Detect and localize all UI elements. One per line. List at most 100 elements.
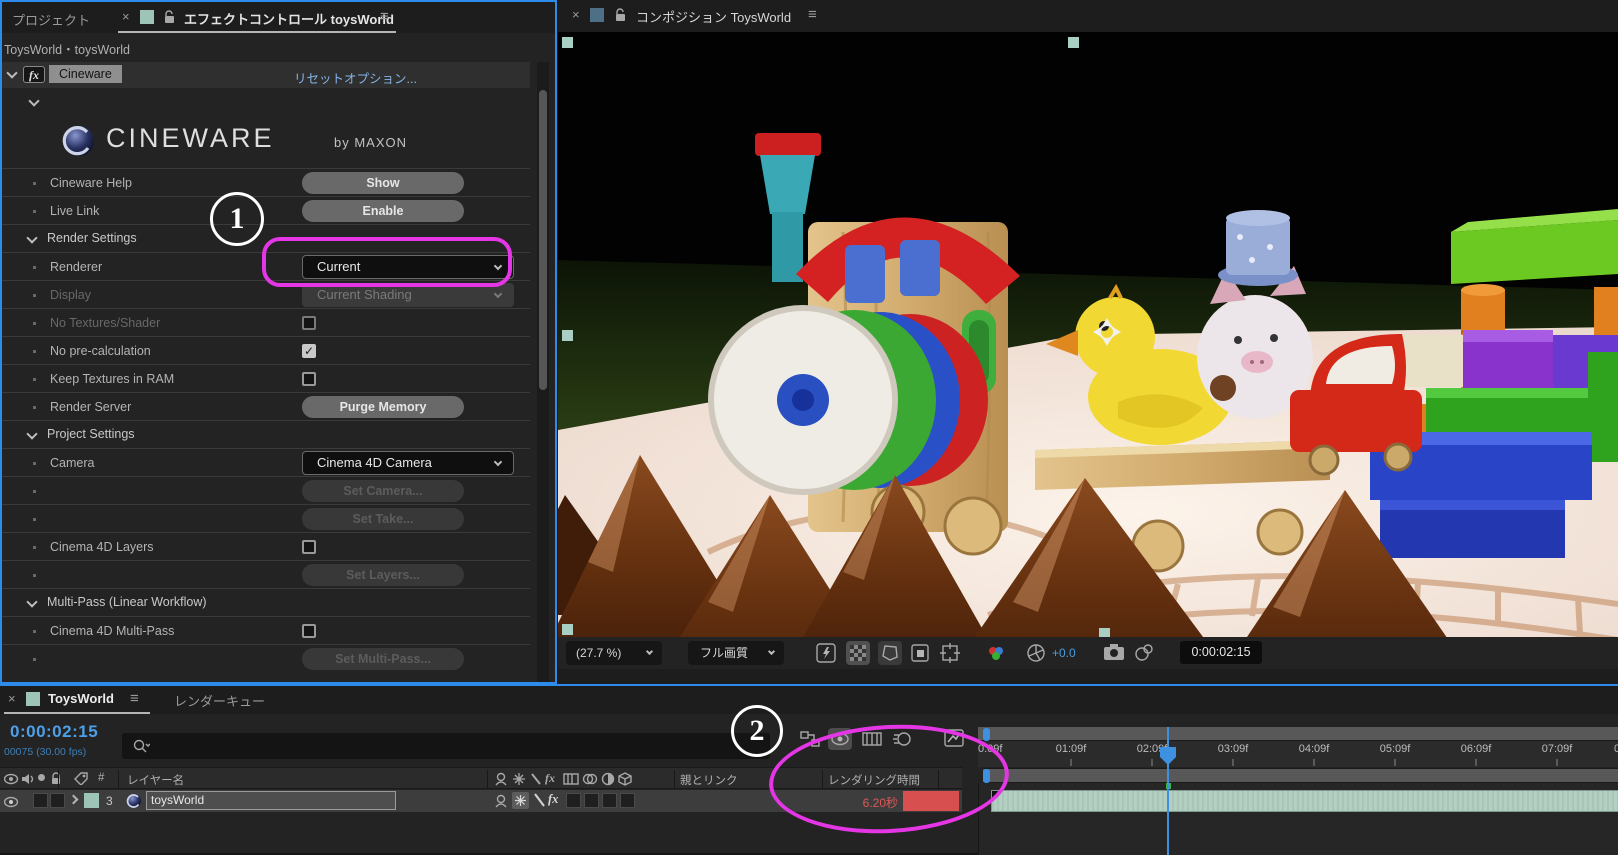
playhead-handle[interactable] — [1159, 746, 1177, 771]
layer-name-column-label[interactable]: レイヤー名 — [127, 772, 184, 788]
c4d-layers-checkbox[interactable] — [302, 540, 316, 554]
composition-viewer[interactable] — [558, 32, 1618, 637]
layer-duration-bar[interactable] — [991, 790, 1618, 812]
set-camera-button: Set Camera... — [302, 480, 464, 502]
panel-menu-icon[interactable]: ≡ — [380, 8, 389, 25]
group-label: Project Settings — [47, 427, 135, 441]
ruler-label: 06:09f — [1452, 743, 1500, 755]
magnification-value: (27.7 %) — [576, 646, 621, 660]
tab-render-queue[interactable]: レンダーキュー — [174, 691, 265, 710]
layer-expand-arrow[interactable] — [69, 795, 79, 805]
fast-previews-icon[interactable] — [816, 643, 836, 668]
tab-effect-controls[interactable]: エフェクトコントロール toysWorld — [184, 9, 394, 28]
effect-name-chip[interactable]: Cineware — [49, 65, 122, 83]
tab-timeline[interactable]: ToysWorld — [48, 691, 114, 706]
row-label: Camera — [50, 456, 94, 470]
row-label: Display — [50, 288, 91, 302]
row-camera: Camera Cinema 4D Camera — [2, 448, 530, 476]
c4d-multipass-checkbox[interactable] — [302, 624, 316, 638]
scrollbar-thumb[interactable] — [539, 90, 547, 390]
row-label: Render Server — [50, 400, 131, 414]
magnification-dropdown[interactable]: (27.7 %) — [566, 641, 662, 665]
collapse-column-icon — [512, 772, 526, 791]
close-icon[interactable]: × — [572, 7, 580, 22]
group-multipass[interactable]: Multi-Pass (Linear Workflow) — [2, 588, 530, 616]
track-area[interactable] — [978, 783, 1618, 855]
preview-timecode[interactable]: 0:00:02:15 — [1180, 641, 1262, 664]
guides-icon[interactable] — [940, 643, 960, 668]
display-value: Current Shading — [317, 287, 412, 302]
no-precalculation-checkbox[interactable]: ✓ — [302, 344, 316, 358]
channel-icon[interactable] — [986, 644, 1006, 667]
current-timecode[interactable]: 0:00:02:15 — [10, 722, 98, 742]
lock-column-icon — [50, 772, 62, 790]
camera-dropdown[interactable]: Cinema 4D Camera — [302, 451, 514, 475]
close-icon[interactable]: × — [122, 9, 130, 24]
preview-timecode-value: 0:00:02:15 — [1191, 645, 1250, 659]
layer-3d-switch[interactable] — [620, 793, 635, 808]
layer-audio-switch[interactable] — [33, 793, 48, 808]
resolution-value: フル画質 — [700, 646, 748, 660]
effect-collapse-chevron[interactable] — [6, 67, 17, 78]
row-label: Cinema 4D Layers — [50, 540, 154, 554]
row-set-multipass: Set Multi-Pass... — [2, 644, 530, 672]
resolution-dropdown[interactable]: フル画質 — [688, 641, 784, 665]
work-area-start-handle[interactable] — [983, 728, 990, 741]
time-ruler[interactable]: 0:09f 01:09f 02:09f 03:09f 04:09f 05:09f… — [978, 727, 1618, 767]
reset-link[interactable]: リセット — [294, 68, 344, 87]
layer-name: toysWorld — [151, 793, 204, 807]
row-set-take: Set Take... — [2, 504, 530, 532]
layer-motion-blur-switch[interactable] — [584, 793, 599, 808]
show-snapshot-icon[interactable] — [1133, 643, 1155, 666]
audio-column-icon — [21, 772, 35, 790]
effect-expand-chevron[interactable] — [28, 95, 39, 106]
transparency-grid-icon[interactable] — [846, 641, 870, 665]
parent-link-column-label[interactable]: 親とリンク — [680, 772, 738, 788]
lock-icon[interactable] — [614, 8, 626, 27]
mask-visibility-icon[interactable] — [878, 641, 902, 665]
set-multipass-button: Set Multi-Pass... — [302, 648, 464, 670]
panel-color-chip — [26, 692, 40, 706]
layer-index: 3 — [106, 794, 113, 808]
annotation-step2-number: 2 — [750, 714, 765, 747]
close-icon[interactable]: × — [8, 691, 16, 706]
video-column-icon — [4, 772, 19, 790]
group-label: Render Settings — [47, 231, 137, 245]
layer-video-icon[interactable] — [4, 795, 19, 813]
row-set-layers: Set Layers... — [2, 560, 530, 588]
layer-solo-switch[interactable] — [50, 793, 65, 808]
layer-quality-switch[interactable] — [533, 792, 546, 813]
no-textures-checkbox[interactable] — [302, 316, 316, 330]
cineware-logo: CINEWARE by MAXON — [62, 120, 482, 164]
exposure-value[interactable]: +0.0 — [1052, 646, 1076, 660]
layer-collapse-switch[interactable] — [512, 792, 529, 809]
cineware-sphere-icon — [62, 124, 96, 158]
fx-column-icon: fx — [545, 771, 555, 786]
exposure-icon[interactable] — [1026, 643, 1046, 668]
keep-textures-checkbox[interactable] — [302, 372, 316, 386]
layer-frame-blend-switch[interactable] — [566, 793, 581, 808]
panel-menu-icon[interactable]: ≡ — [130, 690, 139, 707]
effect-panel-scrollbar[interactable] — [537, 62, 549, 682]
region-of-interest-icon[interactable] — [910, 643, 930, 668]
show-button[interactable]: Show — [302, 172, 464, 194]
tab-composition[interactable]: コンポジション ToysWorld — [636, 7, 791, 26]
group-project-settings[interactable]: Project Settings — [2, 420, 530, 448]
layer-shy-switch[interactable] — [494, 794, 509, 813]
enable-button[interactable]: Enable — [302, 200, 464, 222]
row-label: Cinema 4D Multi-Pass — [50, 624, 174, 638]
options-link[interactable]: オプション... — [344, 68, 417, 87]
layer-label-chip[interactable] — [84, 793, 99, 808]
panel-menu-icon[interactable]: ≡ — [808, 6, 817, 23]
purge-memory-button[interactable]: Purge Memory — [302, 396, 464, 418]
tab-project[interactable]: プロジェクト — [12, 10, 90, 29]
layer-adjustment-switch[interactable] — [602, 793, 617, 808]
row-label: No pre-calculation — [50, 344, 151, 358]
snapshot-icon[interactable] — [1103, 643, 1125, 666]
effect-controls-panel: プロジェクト × エフェクトコントロール toysWorld ≡ ToysWor… — [0, 0, 557, 684]
work-area-bar[interactable] — [983, 768, 1618, 783]
search-input[interactable] — [122, 733, 770, 759]
layer-name-box[interactable]: toysWorld — [146, 791, 396, 810]
layer-fx-switch[interactable]: fx — [548, 792, 558, 807]
label-column-icon — [74, 772, 88, 790]
